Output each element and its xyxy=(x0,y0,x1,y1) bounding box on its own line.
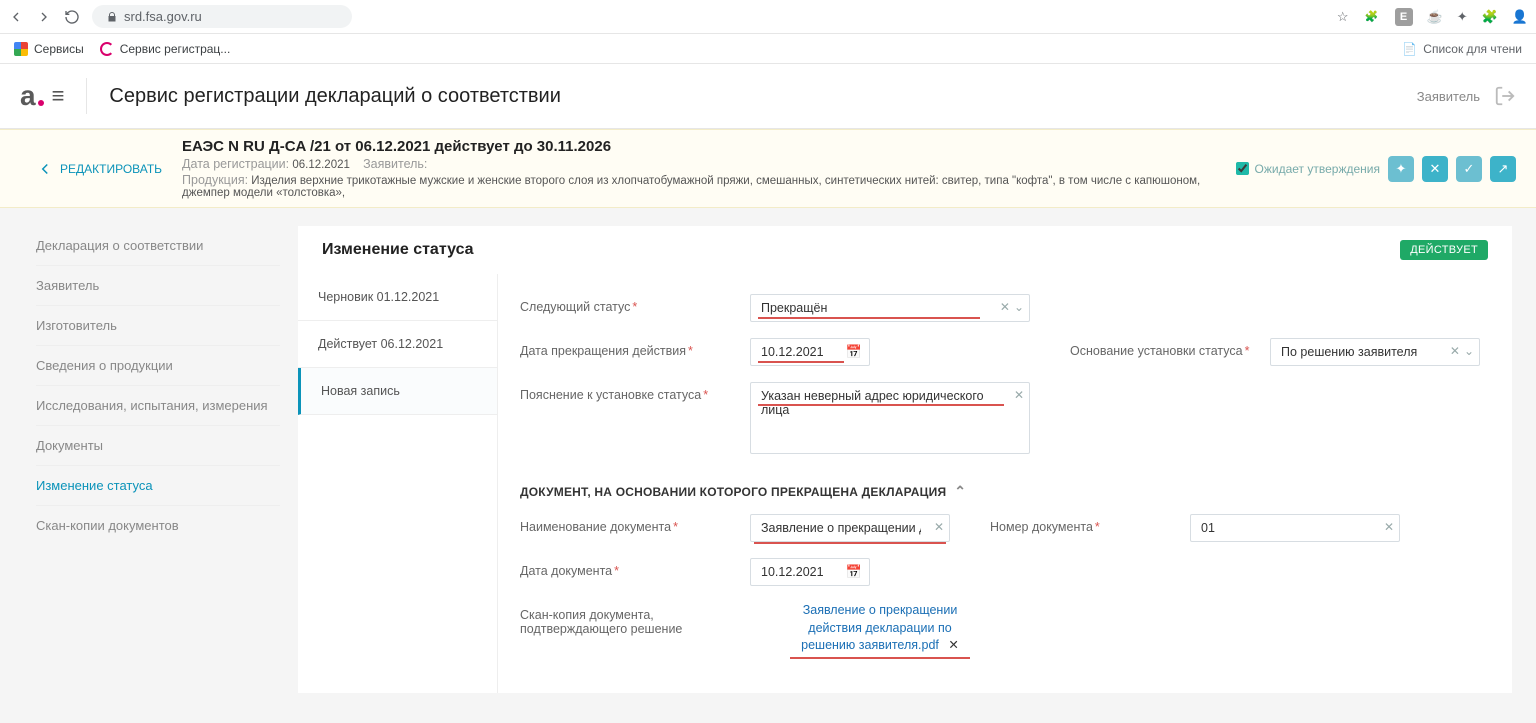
declaration-title: ЕАЭС N RU Д-CA /21 от 06.12.2021 действу… xyxy=(182,138,1235,155)
ext-icon-1[interactable]: 🧩 xyxy=(1363,8,1381,26)
divider xyxy=(86,78,87,114)
doc-name-select[interactable] xyxy=(750,514,950,542)
highlight xyxy=(758,361,844,363)
reading-list-icon: 📄 xyxy=(1402,42,1417,56)
back-to-edit-button[interactable]: РЕДАКТИРОВАТЬ xyxy=(36,160,162,178)
note-label: Пояснение к установке статуса xyxy=(520,382,750,402)
clear-icon[interactable]: ✕ xyxy=(1384,520,1394,534)
address-bar[interactable]: srd.fsa.gov.ru xyxy=(92,5,352,28)
logo: а xyxy=(20,80,42,112)
panel-header: Изменение статуса ДЕЙСТВУЕТ xyxy=(298,226,1512,274)
clear-icon[interactable]: ✕ xyxy=(934,520,944,534)
app-header: а ≡ Сервис регистрации деклараций о соот… xyxy=(0,64,1536,129)
end-date-label: Дата прекращения действия xyxy=(520,338,750,358)
sidebar-item-product-info[interactable]: Сведения о продукции xyxy=(36,346,280,386)
applicant-label: Заявитель: xyxy=(363,151,427,171)
sidebar-item-applicant[interactable]: Заявитель xyxy=(36,266,280,306)
clear-icon[interactable]: ✕ xyxy=(1014,388,1024,402)
note-textarea[interactable] xyxy=(750,382,1030,454)
clear-icon[interactable]: ✕ xyxy=(1450,344,1460,358)
profile-icon[interactable]: 👤 xyxy=(1512,9,1528,25)
panel-title: Изменение статуса xyxy=(322,241,474,259)
pending-approval-checkbox[interactable]: Ожидает утверждения xyxy=(1236,162,1380,176)
sidebar-item-manufacturer[interactable]: Изготовитель xyxy=(36,306,280,346)
bookmarks-bar: Сервисы Сервис регистрац... 📄 Список для… xyxy=(0,34,1536,64)
highlight xyxy=(754,542,946,544)
status-badge: ДЕЙСТВУЕТ xyxy=(1400,240,1488,260)
history-item-draft[interactable]: Черновик 01.12.2021 xyxy=(298,274,497,321)
history-item-new[interactable]: Новая запись xyxy=(298,368,497,415)
reg-date-value: 06.12.2021 xyxy=(292,159,350,171)
logout-icon[interactable] xyxy=(1494,85,1516,107)
highlight xyxy=(758,404,1004,406)
calendar-icon[interactable]: 📅 xyxy=(846,344,862,360)
app-title: Сервис регистрации деклараций о соответс… xyxy=(109,85,560,108)
pending-checkbox-input[interactable] xyxy=(1236,162,1249,175)
bookmark-services[interactable]: Сервисы xyxy=(14,42,84,56)
pending-label: Ожидает утверждения xyxy=(1255,162,1380,176)
chevron-down-icon[interactable]: ⌄ xyxy=(1014,300,1024,314)
url-text: srd.fsa.gov.ru xyxy=(124,9,202,24)
menu-icon[interactable]: ≡ xyxy=(52,83,65,109)
clear-icon[interactable]: ✕ xyxy=(1000,300,1010,314)
sidebar-item-research[interactable]: Исследования, испытания, измерения xyxy=(36,386,280,426)
browser-toolbar: srd.fsa.gov.ru ☆ 🧩 E ☕ ✦ 🧩 👤 xyxy=(0,0,1536,34)
status-history-list: Черновик 01.12.2021 Действует 06.12.2021… xyxy=(298,274,498,693)
reading-list-label: Список для чтени xyxy=(1423,42,1522,56)
action-check-button[interactable]: ✓ xyxy=(1456,156,1482,182)
chevron-down-icon[interactable]: ⌄ xyxy=(1464,344,1474,358)
edit-back-label: РЕДАКТИРОВАТЬ xyxy=(60,162,162,176)
apps-grid-icon xyxy=(14,42,28,56)
uploaded-file-link[interactable]: Заявление о прекращении действия деклара… xyxy=(780,602,980,655)
doc-num-input[interactable] xyxy=(1190,514,1400,542)
nav-forward-icon[interactable] xyxy=(36,9,52,25)
action-magic-button[interactable]: ✦ xyxy=(1388,156,1414,182)
user-role: Заявитель xyxy=(1417,89,1480,104)
star-icon[interactable]: ☆ xyxy=(1337,9,1349,25)
left-sidebar: Декларация о соответствии Заявитель Изго… xyxy=(0,208,280,723)
lock-icon xyxy=(106,11,118,23)
doc-num-label: Номер документа xyxy=(990,514,1190,534)
ext-icon-3[interactable]: ☕ xyxy=(1427,9,1443,25)
sidebar-item-status-change[interactable]: Изменение статуса xyxy=(36,466,280,506)
calendar-icon[interactable]: 📅 xyxy=(846,564,862,580)
puzzle-icon[interactable]: 🧩 xyxy=(1482,9,1498,25)
reading-list[interactable]: 📄 Список для чтени xyxy=(1402,42,1522,56)
doc-date-label: Дата документа xyxy=(520,558,750,578)
extensions-icon[interactable]: ✦ xyxy=(1457,9,1468,25)
scan-label: Скан-копия документа, подтверждающего ре… xyxy=(520,602,750,636)
highlight xyxy=(758,317,980,319)
basis-select[interactable] xyxy=(1270,338,1480,366)
bookmark-label: Сервис регистрац... xyxy=(120,42,231,56)
file-name: Заявление о прекращении действия деклара… xyxy=(801,603,957,652)
bookmark-label: Сервисы xyxy=(34,42,84,56)
document-section-header[interactable]: ДОКУМЕНТ, НА ОСНОВАНИИ КОТОРОГО ПРЕКРАЩЕ… xyxy=(520,465,1490,506)
nav-reload-icon[interactable] xyxy=(64,9,80,25)
doc-name-label: Наименование документа xyxy=(520,514,750,534)
sidebar-item-scans[interactable]: Скан-копии документов xyxy=(36,506,280,545)
declaration-info-bar: РЕДАКТИРОВАТЬ ЕАЭС N RU Д-CA /21 от 06.1… xyxy=(0,129,1536,208)
ext-icon-e[interactable]: E xyxy=(1395,8,1413,26)
product-value: Изделия верхние трикотажные мужские и же… xyxy=(182,175,1200,199)
sidebar-item-declaration[interactable]: Декларация о соответствии xyxy=(36,226,280,266)
history-item-active[interactable]: Действует 06.12.2021 xyxy=(298,321,497,368)
bookmark-service-reg[interactable]: Сервис регистрац... xyxy=(100,42,231,56)
nav-back-icon[interactable] xyxy=(8,9,24,25)
action-close-button[interactable]: ✕ xyxy=(1422,156,1448,182)
remove-file-icon[interactable]: ✕ xyxy=(948,638,958,652)
product-label: Продукция: xyxy=(182,167,248,187)
site-icon xyxy=(100,42,114,56)
sidebar-item-documents[interactable]: Документы xyxy=(36,426,280,466)
status-form: Следующий статус ✕ ⌄ Дата прекращения дей… xyxy=(498,274,1512,693)
basis-label: Основание установки статуса xyxy=(1070,338,1270,358)
doc-section-title: ДОКУМЕНТ, НА ОСНОВАНИИ КОТОРОГО ПРЕКРАЩЕ… xyxy=(520,485,946,499)
next-status-label: Следующий статус xyxy=(520,294,750,314)
chevron-up-icon: ⌃ xyxy=(954,483,966,500)
action-share-button[interactable]: ↗ xyxy=(1490,156,1516,182)
